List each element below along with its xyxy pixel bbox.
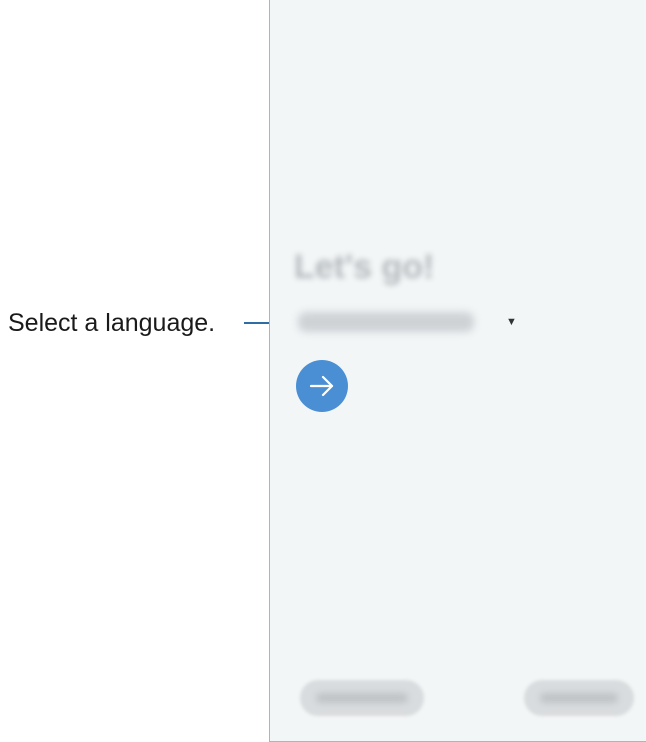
- phone-screen: Let's go! ▼: [269, 0, 646, 742]
- next-button[interactable]: [296, 360, 348, 412]
- greeting-title: Let's go!: [294, 248, 435, 286]
- bottom-right-button-label: [540, 693, 618, 703]
- bottom-left-button[interactable]: [300, 680, 424, 716]
- bottom-left-button-label: [316, 693, 408, 703]
- language-dropdown[interactable]: ▼: [294, 308, 517, 336]
- caret-down-icon: ▼: [506, 316, 517, 328]
- language-selected-value: [298, 312, 474, 332]
- callout-label: Select a language.: [8, 309, 216, 337]
- bottom-right-button[interactable]: [524, 680, 634, 716]
- arrow-right-icon: [309, 375, 334, 397]
